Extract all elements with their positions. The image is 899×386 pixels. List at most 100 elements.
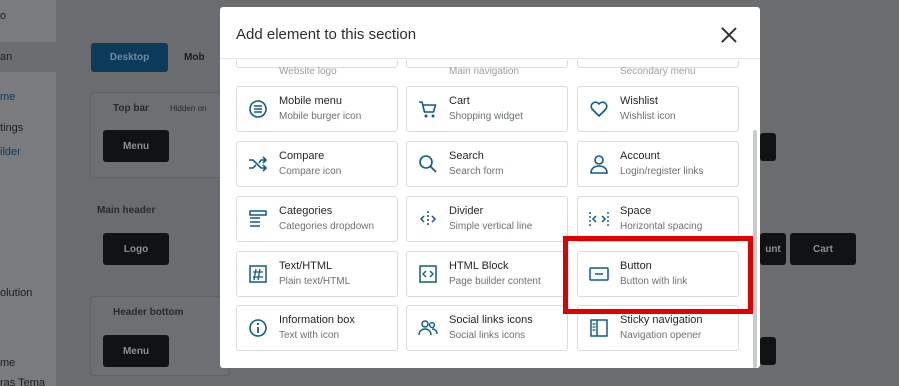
card-title: Wishlist xyxy=(620,95,658,107)
menu-label: Menu xyxy=(122,345,150,357)
cart-icon xyxy=(419,101,437,118)
element-fragment[interactable] xyxy=(760,337,776,365)
logo-element[interactable]: Logo xyxy=(103,233,169,265)
element-card-cart[interactable]: Cart Shopping widget xyxy=(406,86,568,132)
card-title: Information box xyxy=(279,314,355,326)
sticky-nav-icon xyxy=(590,319,608,337)
card-subtitle: Horizontal spacing xyxy=(620,221,703,232)
sidebar-fragment[interactable]: ras Tema xyxy=(0,377,45,386)
divider-icon xyxy=(419,211,437,227)
card-title: Mobile menu xyxy=(279,95,342,107)
top-bar-label: Top bar xyxy=(113,103,149,114)
element-card-secondary-menu[interactable]: Secondary menu xyxy=(577,60,739,77)
element-card-logo[interactable]: Website logo xyxy=(236,60,398,77)
element-card-information-box[interactable]: Information box Text with icon xyxy=(236,305,398,351)
space-icon xyxy=(589,212,609,226)
code-block-icon xyxy=(419,265,437,283)
account-element[interactable]: unt xyxy=(760,233,786,265)
shuffle-icon xyxy=(249,156,268,172)
card-title: Compare xyxy=(279,150,325,162)
element-card-wishlist[interactable]: Wishlist Wishlist icon xyxy=(577,86,739,132)
header-bottom-label: Header bottom xyxy=(113,307,184,318)
search-icon xyxy=(419,155,437,173)
categories-icon xyxy=(249,210,267,227)
card-title: Space xyxy=(620,205,652,217)
card-title: Text/HTML xyxy=(279,260,333,272)
card-subtitle: Social links icons xyxy=(449,330,526,341)
element-card-main-navigation[interactable]: Main navigation xyxy=(406,60,568,77)
card-subtitle: Secondary menu xyxy=(620,66,696,77)
hidden-on-label: Hidden on xyxy=(170,104,207,113)
sidebar-fragment[interactable]: an xyxy=(0,42,56,72)
account-label: unt xyxy=(765,243,781,255)
card-subtitle: Compare icon xyxy=(279,166,342,177)
desktop-view-button[interactable]: Desktop xyxy=(91,43,168,72)
element-card-categories[interactable]: Categories Categories dropdown xyxy=(236,196,398,242)
card-subtitle: Login/register links xyxy=(620,166,704,177)
sidebar-fragment[interactable]: me xyxy=(0,91,15,103)
element-fragment[interactable] xyxy=(760,133,776,161)
modal-scrollbar[interactable] xyxy=(753,130,757,368)
card-title: Categories xyxy=(279,205,333,217)
card-subtitle: Page builder content xyxy=(449,276,541,287)
card-subtitle: Main navigation xyxy=(449,66,520,77)
element-card-mobile-menu[interactable]: Mobile menu Mobile burger icon xyxy=(236,86,398,132)
card-title: Sticky navigation xyxy=(620,314,703,326)
sidebar-fragment[interactable]: me xyxy=(0,357,15,369)
card-subtitle: Categories dropdown xyxy=(279,221,375,232)
element-grid: Website logo Main navigation Secondary m… xyxy=(220,60,760,368)
card-title: Account xyxy=(620,150,660,162)
card-title: Button xyxy=(620,260,652,272)
element-card-social-links[interactable]: Social links icons Social links icons xyxy=(406,305,568,351)
sidebar-fragment[interactable]: olution xyxy=(0,287,32,299)
sidebar-fragment[interactable]: ilder xyxy=(0,146,21,158)
element-card-sticky-navigation[interactable]: Sticky navigation Navigation opener xyxy=(577,305,739,351)
card-subtitle: Text with icon xyxy=(279,330,340,341)
sidebar-fragment[interactable]: tings xyxy=(0,122,23,134)
button-icon xyxy=(589,267,609,281)
card-subtitle: Shopping widget xyxy=(449,111,523,122)
card-subtitle: Simple vertical line xyxy=(449,221,533,232)
element-card-compare[interactable]: Compare Compare icon xyxy=(236,141,398,187)
card-subtitle: Website logo xyxy=(279,66,337,77)
element-card-search[interactable]: Search Search form xyxy=(406,141,568,187)
card-title: Social links icons xyxy=(449,314,533,326)
mobile-menu-icon xyxy=(249,100,267,118)
card-title: HTML Block xyxy=(449,260,509,272)
card-title: Search xyxy=(449,150,484,162)
close-icon[interactable] xyxy=(719,25,739,45)
element-card-html-block[interactable]: HTML Block Page builder content xyxy=(406,251,568,297)
user-icon xyxy=(590,155,608,174)
element-card-space[interactable]: Space Horizontal spacing xyxy=(577,196,739,242)
main-header-label: Main header xyxy=(97,205,156,216)
text-html-icon xyxy=(249,265,267,283)
card-title: Cart xyxy=(449,95,470,107)
card-subtitle: Wishlist icon xyxy=(620,111,676,122)
social-icon xyxy=(418,320,438,336)
sidebar-fragment: o xyxy=(0,10,7,22)
info-icon xyxy=(249,319,267,337)
card-title: Divider xyxy=(449,205,484,217)
menu-element[interactable]: Menu xyxy=(103,335,169,367)
card-subtitle: Plain text/HTML xyxy=(279,276,351,287)
mobile-view-button[interactable]: Mob xyxy=(184,52,205,63)
menu-label: Menu xyxy=(122,140,150,152)
cart-element[interactable]: Cart xyxy=(790,233,856,265)
heart-icon xyxy=(590,101,608,117)
logo-label: Logo xyxy=(123,243,149,255)
card-subtitle: Navigation opener xyxy=(620,330,702,341)
add-element-modal: Add element to this section Website logo… xyxy=(220,7,760,368)
element-card-button[interactable]: Button Button with link xyxy=(577,251,739,297)
desktop-label: Desktop xyxy=(109,52,150,63)
card-subtitle: Button with link xyxy=(620,276,688,287)
admin-sidebar: o an me tings ilder olution me ras Tema xyxy=(0,0,56,386)
element-card-account[interactable]: Account Login/register links xyxy=(577,141,739,187)
modal-title: Add element to this section xyxy=(236,26,417,43)
element-card-text-html[interactable]: Text/HTML Plain text/HTML xyxy=(236,251,398,297)
card-subtitle: Mobile burger icon xyxy=(279,111,362,122)
element-card-divider[interactable]: Divider Simple vertical line xyxy=(406,196,568,242)
menu-element[interactable]: Menu xyxy=(103,130,169,162)
card-subtitle: Search form xyxy=(449,166,504,177)
cart-label: Cart xyxy=(812,243,833,255)
modal-header: Add element to this section xyxy=(220,7,760,59)
